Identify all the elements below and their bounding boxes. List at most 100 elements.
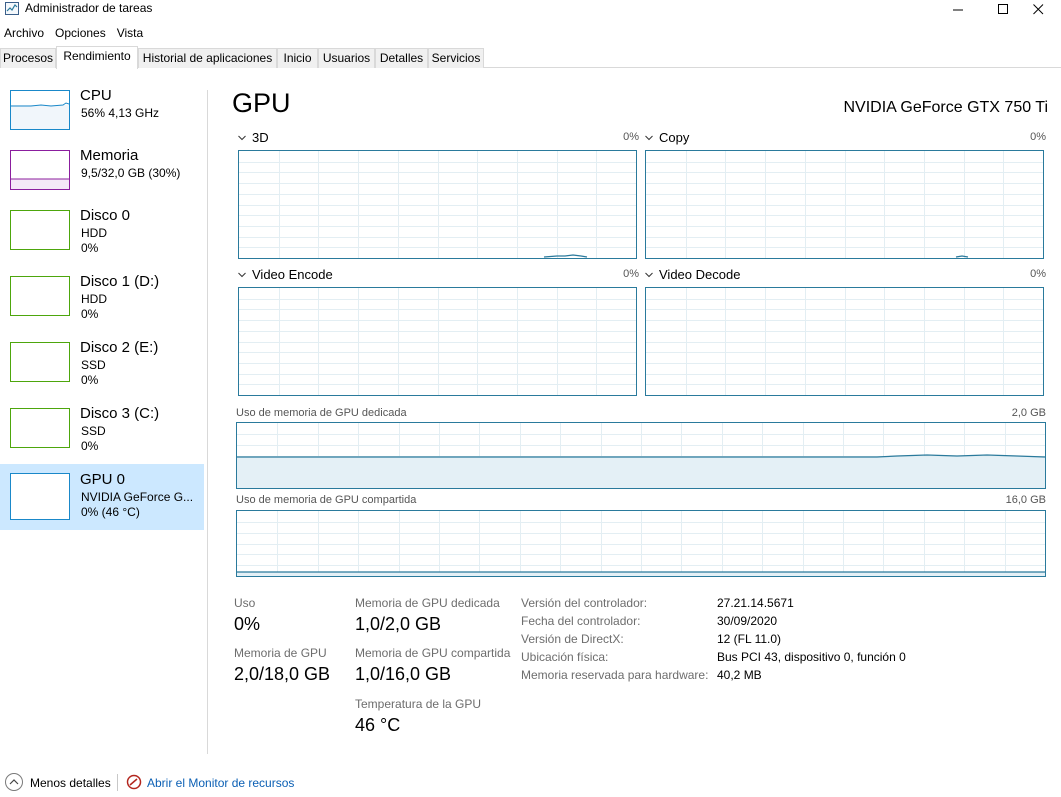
sidebar-item-usage: 0%: [81, 373, 99, 387]
sidebar-item-usage: 0%: [81, 307, 99, 321]
minimize-icon: [952, 9, 963, 10]
sidebar-item-gpu-0[interactable]: GPU 0 NVIDIA GeForce G... 0% (46 °C): [0, 464, 204, 530]
grid-lines: [239, 288, 636, 395]
disk-thumbnail-graph: [10, 276, 70, 316]
engine-label: Video Encode: [252, 267, 333, 282]
directx-version-value: 12 (FL 11.0): [717, 632, 782, 646]
sidebar-item-memoria[interactable]: Memoria 9,5/32,0 GB (30%): [0, 144, 204, 210]
close-icon: [1032, 3, 1043, 14]
menu-vista[interactable]: Vista: [113, 24, 147, 42]
disk-thumbnail-graph: [10, 342, 70, 382]
tab-rendimiento[interactable]: Rendimiento: [56, 46, 138, 69]
tab-servicios[interactable]: Servicios: [428, 48, 484, 68]
engine-label: Copy: [659, 130, 690, 145]
tab-historial[interactable]: Historial de aplicaciones: [138, 48, 277, 68]
gpu-temperature-label: Temperatura de la GPU: [355, 697, 482, 711]
dedicated-memory-stat-label: Memoria de GPU dedicada: [355, 596, 500, 610]
open-resource-monitor-link[interactable]: Abrir el Monitor de recursos: [147, 776, 294, 790]
menu-archivo[interactable]: Archivo: [0, 24, 48, 42]
engine-selector-3d[interactable]: 3D: [238, 130, 269, 145]
sidebar-item-name: CPU: [80, 87, 112, 104]
minimize-button[interactable]: [935, 0, 981, 18]
sidebar-item-type: SSD: [81, 424, 106, 438]
sidebar-item-disco-0[interactable]: Disco 0 HDD 0%: [0, 204, 204, 270]
engine-graph-video-encode: [238, 287, 637, 396]
directx-version-key: Versión de DirectX:: [521, 632, 624, 646]
sidebar-item-disco-3[interactable]: Disco 3 (C:) SSD 0%: [0, 402, 204, 468]
graph-grid: [646, 151, 1043, 258]
tab-strip: Procesos Rendimiento Historial de aplica…: [0, 46, 1061, 69]
physical-location-key: Ubicación física:: [521, 650, 609, 664]
sidebar-item-disco-1[interactable]: Disco 1 (D:) HDD 0%: [0, 270, 204, 336]
driver-date-value: 30/09/2020: [717, 614, 778, 628]
menu-opciones[interactable]: Opciones: [51, 24, 110, 42]
gpu-temperature-value: 46 °C: [355, 715, 401, 735]
chevron-down-icon: [645, 135, 653, 140]
graph-grid: [237, 423, 1045, 488]
engine-percent: 0%: [623, 268, 639, 280]
tab-detalles[interactable]: Detalles: [375, 48, 428, 68]
dedicated-memory-label: Uso de memoria de GPU dedicada: [236, 407, 407, 419]
menu-bar: Archivo Opciones Vista: [0, 24, 150, 42]
sidebar-item-detail: 9,5/32,0 GB (30%): [81, 166, 181, 180]
engine-label: 3D: [252, 130, 269, 145]
gpu-thumbnail-graph: [10, 473, 70, 520]
fewer-details-button[interactable]: Menos detalles: [30, 776, 111, 790]
maximize-icon: [997, 3, 1008, 14]
driver-version-key: Versión del controlador:: [521, 596, 648, 610]
dedicated-memory-graph: [236, 422, 1046, 489]
sidebar-item-name: Disco 0: [80, 207, 131, 224]
engine-graph-3d: [238, 150, 637, 259]
sidebar-item-detail: NVIDIA GeForce G...: [81, 490, 194, 504]
shared-memory-stat-label: Memoria de GPU compartida: [355, 646, 511, 660]
sidebar-item-detail: 56% 4,13 GHz: [81, 106, 160, 120]
engine-label: Video Decode: [659, 267, 741, 282]
engine-selector-video-decode[interactable]: Video Decode: [645, 267, 740, 282]
sidebar-item-type: HDD: [81, 292, 107, 306]
shared-memory-graph: [236, 510, 1046, 577]
grid-lines: [239, 151, 636, 258]
chevron-up-icon[interactable]: [5, 773, 23, 791]
tab-inicio[interactable]: Inicio: [277, 48, 318, 68]
footer-bar: Menos detalles Abrir el Monitor de recur…: [0, 770, 1061, 797]
sidebar-item-disco-2[interactable]: Disco 2 (E:) SSD 0%: [0, 336, 204, 402]
device-name: NVIDIA GeForce GTX 750 Ti: [843, 99, 1048, 116]
physical-location-value: Bus PCI 43, dispositivo 0, función 0: [717, 650, 906, 664]
footer-separator: [117, 774, 118, 791]
shared-memory-label: Uso de memoria de GPU compartida: [236, 494, 417, 506]
usage-label: Uso: [234, 596, 256, 610]
grid-lines: [646, 151, 1043, 258]
grid-lines: [646, 288, 1043, 395]
usage-value: 0%: [234, 614, 261, 634]
sidebar-item-name: Disco 2 (E:): [80, 339, 159, 356]
sidebar-item-name: Disco 3 (C:): [80, 405, 160, 422]
sidebar-item-cpu[interactable]: CPU 56% 4,13 GHz: [0, 84, 204, 150]
graph-grid: [239, 151, 636, 258]
graph-grid: [646, 288, 1043, 395]
title-bar: Administrador de tareas: [0, 0, 1061, 20]
graph-grid: [237, 511, 1045, 576]
chevron-down-icon: [238, 135, 246, 140]
grid-lines: [237, 511, 1045, 576]
sidebar-item-usage: 0% (46 °C): [81, 505, 140, 519]
gpu-memory-value: 2,0/18,0 GB: [234, 664, 331, 684]
memory-thumbnail-graph: [10, 150, 70, 190]
engine-selector-video-encode[interactable]: Video Encode: [238, 267, 333, 282]
chevron-down-icon: [645, 272, 653, 277]
gpu-memory-label: Memoria de GPU: [234, 646, 327, 660]
shared-memory-max: 16,0 GB: [1005, 494, 1046, 506]
window-title: Administrador de tareas: [25, 1, 153, 15]
tab-usuarios[interactable]: Usuarios: [318, 48, 375, 68]
close-button[interactable]: [1015, 0, 1061, 18]
tab-procesos[interactable]: Procesos: [0, 48, 56, 68]
hardware-reserved-memory-key: Memoria reservada para hardware:: [521, 668, 709, 682]
sidebar-divider: [207, 90, 208, 754]
sidebar-item-name: GPU 0: [80, 471, 126, 488]
engine-percent: 0%: [1030, 268, 1046, 280]
task-manager-icon: [5, 2, 19, 15]
driver-date-key: Fecha del controlador:: [521, 614, 641, 628]
engine-selector-copy[interactable]: Copy: [645, 130, 689, 145]
disk-thumbnail-graph: [10, 210, 70, 250]
sidebar-item-type: HDD: [81, 226, 107, 240]
chevron-down-icon: [238, 272, 246, 277]
